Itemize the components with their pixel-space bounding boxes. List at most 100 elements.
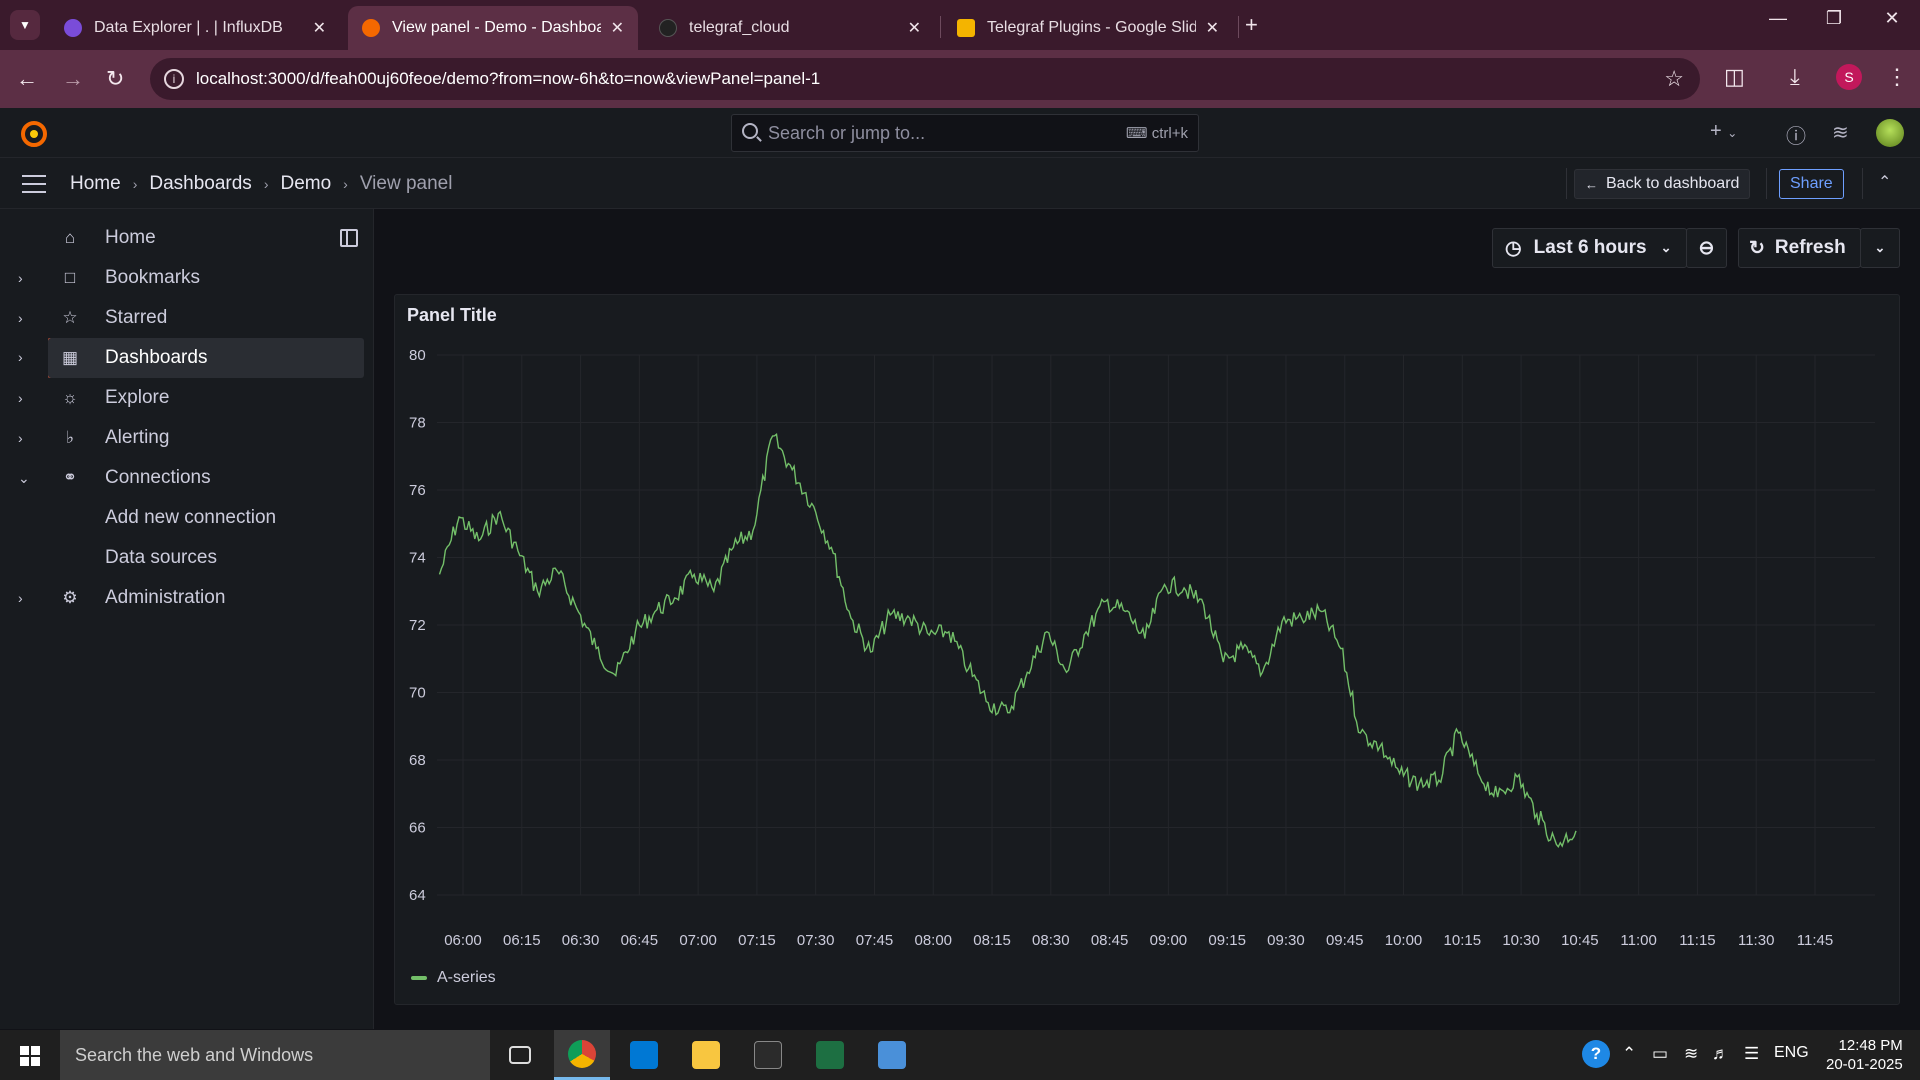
chevron-right-icon[interactable]: › xyxy=(18,349,23,365)
chevron-right-icon[interactable]: › xyxy=(18,430,23,446)
x-tick-label: 08:15 xyxy=(973,932,1011,949)
help-icon[interactable]: ⓘ xyxy=(1786,120,1806,149)
compass-icon: ☼ xyxy=(62,388,78,407)
y-tick-label: 64 xyxy=(409,887,426,904)
connections-icon: ⚭ xyxy=(62,468,78,487)
x-tick-label: 08:45 xyxy=(1091,932,1129,949)
user-avatar[interactable] xyxy=(1876,119,1904,147)
breadcrumb-view-panel: View panel xyxy=(359,173,453,194)
bookmark-star-icon[interactable]: ☆ xyxy=(1664,66,1684,92)
back-to-dashboard-button[interactable]: ← Back to dashboard xyxy=(1574,169,1751,199)
chevron-up-icon[interactable]: ⌃ xyxy=(1622,1044,1636,1064)
legend[interactable]: A-series xyxy=(411,969,496,987)
sidebar-item-label: Add new connection xyxy=(105,507,277,528)
sidebar-item-add-new-connection[interactable]: Add new connection xyxy=(0,498,374,538)
home-icon: ⌂ xyxy=(64,228,76,247)
new-tab-plus-icon[interactable]: + xyxy=(1245,12,1258,38)
browser-menu-icon[interactable]: ⋮ xyxy=(1886,64,1908,90)
x-tick-label: 08:30 xyxy=(1032,932,1070,949)
help-tray-icon[interactable]: ? xyxy=(1582,1040,1610,1068)
restore-icon[interactable]: ❐ xyxy=(1814,8,1854,29)
grafana-logo-icon[interactable] xyxy=(20,120,48,148)
photos-icon[interactable] xyxy=(864,1030,920,1080)
tab-divider xyxy=(1238,16,1239,38)
tab-search-chevron-icon[interactable]: ▼ xyxy=(10,10,40,40)
menu-hamburger-icon[interactable] xyxy=(22,175,46,193)
sidebar-item-label: Starred xyxy=(105,307,168,328)
time-series-chart[interactable]: 80 78 76 74 72 70 68 66 64 06:00 06:15 06:30 06:45 07… xyxy=(395,295,1901,960)
file-explorer-icon[interactable] xyxy=(678,1030,734,1080)
notification-icon[interactable]: ☰ xyxy=(1744,1044,1759,1064)
x-tick-label: 11:15 xyxy=(1679,932,1715,949)
tab-label: Telegraf Plugins - Google Slides xyxy=(987,19,1196,36)
system-clock[interactable]: 12:48 PM 20-01-2025 xyxy=(1826,1036,1903,1074)
back-arrow-icon[interactable]: ← xyxy=(16,66,38,92)
close-icon[interactable]: ✕ xyxy=(908,18,921,38)
chevron-right-icon[interactable]: › xyxy=(18,390,23,406)
refresh-button[interactable]: ↻ Refresh xyxy=(1738,228,1861,268)
chevron-right-icon[interactable]: › xyxy=(18,270,23,286)
breadcrumb-dashboards[interactable]: Dashboards xyxy=(149,173,251,195)
share-button[interactable]: Share xyxy=(1779,169,1844,199)
profile-avatar[interactable]: S xyxy=(1836,64,1862,90)
chrome-icon[interactable] xyxy=(554,1030,610,1080)
sidebar-item-home[interactable]: ⌂ Home xyxy=(0,218,374,258)
close-icon[interactable]: ✕ xyxy=(611,18,624,38)
taskbar-search-input[interactable]: Search the web and Windows xyxy=(60,1030,490,1080)
volume-icon[interactable]: ♬ xyxy=(1712,1044,1729,1064)
language-indicator[interactable]: ENG xyxy=(1774,1044,1809,1062)
sidebar-item-bookmarks[interactable]: › □ Bookmarks xyxy=(0,258,374,298)
sidebar-item-alerting[interactable]: › ♭ Alerting xyxy=(0,418,374,458)
task-view-icon[interactable] xyxy=(492,1030,548,1080)
grafana-icon xyxy=(362,19,380,37)
chevron-down-icon: ⌄ xyxy=(1660,240,1672,255)
window-close-icon[interactable]: ✕ xyxy=(1872,8,1912,29)
x-tick-label: 09:00 xyxy=(1150,932,1188,949)
close-icon[interactable]: ✕ xyxy=(1206,18,1219,38)
search-input[interactable]: Search or jump to... ⌨ ctrl+k xyxy=(731,114,1199,152)
chevron-right-icon[interactable]: › xyxy=(18,310,23,326)
tab-grafana-view-panel[interactable]: View panel - Demo - Dashboards ✕ xyxy=(348,6,638,50)
battery-icon[interactable]: ▭ xyxy=(1652,1044,1668,1064)
close-icon[interactable]: ✕ xyxy=(313,18,326,38)
x-tick-label: 09:30 xyxy=(1267,932,1305,949)
news-rss-icon[interactable]: ≋ xyxy=(1832,120,1849,145)
tab-google-slides[interactable]: Telegraf Plugins - Google Slides ✕ xyxy=(943,6,1233,50)
time-range-picker[interactable]: ◷ Last 6 hours ⌄ xyxy=(1492,228,1687,268)
chevron-right-icon: › xyxy=(343,176,348,192)
sidebar-item-explore[interactable]: › ☼ Explore xyxy=(0,378,374,418)
zoom-out-button[interactable]: ⊖ xyxy=(1686,228,1727,268)
breadcrumb-home[interactable]: Home xyxy=(70,173,121,195)
vscode-icon[interactable] xyxy=(616,1030,672,1080)
address-bar[interactable]: i localhost:3000/d/feah00uj60feoe/demo?f… xyxy=(150,58,1700,100)
windows-start-icon[interactable] xyxy=(20,1046,40,1066)
excel-icon[interactable] xyxy=(802,1030,858,1080)
sidebar-item-starred[interactable]: › ☆ Starred xyxy=(0,298,374,338)
tab-telegraf-cloud[interactable]: telegraf_cloud ✕ xyxy=(645,6,935,50)
y-tick-label: 74 xyxy=(409,550,426,567)
browser-toolbar: ← → ↻ i localhost:3000/d/feah00uj60feoe/… xyxy=(0,50,1920,108)
extensions-icon[interactable]: ◫ xyxy=(1724,64,1745,90)
forward-arrow-icon[interactable]: → xyxy=(62,66,84,92)
panel: Panel Title 80 78 76 74 72 70 68 66 64 06:00 06:15… xyxy=(394,294,1900,1005)
minimize-icon[interactable]: — xyxy=(1758,8,1798,29)
download-icon[interactable]: ⤓ xyxy=(1790,64,1800,90)
tab-influxdb[interactable]: Data Explorer | . | InfluxDB ✕ xyxy=(50,6,340,50)
site-info-icon[interactable]: i xyxy=(164,69,184,89)
chevron-up-icon[interactable]: ⌃ xyxy=(1878,172,1891,192)
reload-icon[interactable]: ↻ xyxy=(106,66,124,92)
refresh-interval-dropdown[interactable]: ⌄ xyxy=(1860,228,1900,268)
sidebar-item-data-sources[interactable]: Data sources xyxy=(0,538,374,578)
chevron-right-icon[interactable]: › xyxy=(18,590,23,606)
sidebar-item-connections[interactable]: ⌄ ⚭ Connections xyxy=(0,458,374,498)
x-tick-label: 11:45 xyxy=(1797,932,1833,949)
wifi-icon[interactable]: ≋ xyxy=(1684,1044,1698,1064)
chevron-down-icon[interactable]: ⌄ xyxy=(18,470,30,487)
breadcrumb-demo[interactable]: Demo xyxy=(280,173,331,195)
back-label: Back to dashboard xyxy=(1606,175,1740,192)
sidebar-item-administration[interactable]: › ⚙ Administration xyxy=(0,578,374,618)
share-label: Share xyxy=(1790,175,1833,192)
add-plus-icon[interactable]: + ⌄ xyxy=(1710,120,1737,143)
sidebar-item-dashboards[interactable]: ▦ Dashboards xyxy=(48,338,364,378)
terminal-icon[interactable] xyxy=(740,1030,796,1080)
